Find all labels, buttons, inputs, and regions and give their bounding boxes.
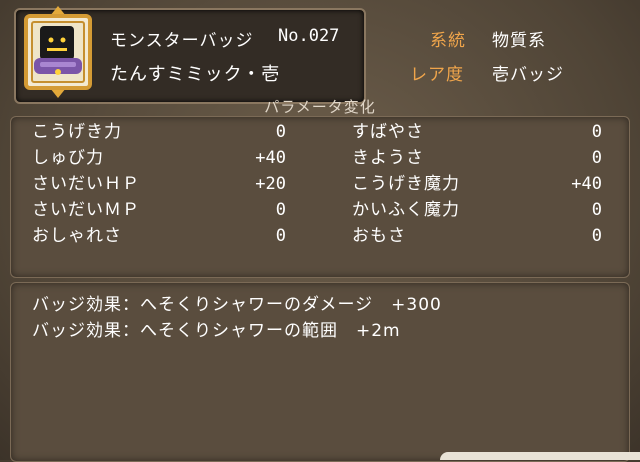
params-header: パラメータ変化 bbox=[264, 98, 376, 116]
stat-value: 0 bbox=[275, 200, 286, 220]
stat-value: 0 bbox=[591, 226, 602, 246]
stat-value: +40 bbox=[255, 148, 286, 168]
stat-label: しゅび力 bbox=[32, 148, 104, 168]
stat-label: かいふく魔力 bbox=[352, 200, 460, 220]
badge-effect-line: バッジ効果：へそくりシャワーのダメージ +300 bbox=[32, 295, 442, 315]
stat-value: 0 bbox=[275, 122, 286, 142]
stat-value: 0 bbox=[591, 200, 602, 220]
stat-label: こうげき力 bbox=[32, 122, 122, 142]
corner-button[interactable] bbox=[440, 452, 640, 460]
stat-value: +40 bbox=[571, 174, 602, 194]
rarity-label: レア度 bbox=[410, 65, 464, 85]
badge-category-label: モンスターバッジ bbox=[110, 31, 254, 51]
badge-name: たんすミミック・壱 bbox=[110, 64, 281, 85]
stat-label: さいだいＭＰ bbox=[32, 200, 140, 220]
stat-label: おもさ bbox=[352, 226, 406, 246]
badge-number: No.027 bbox=[278, 26, 340, 46]
stat-label: おしゃれさ bbox=[32, 226, 122, 246]
mimic-monster-icon bbox=[30, 24, 86, 80]
type-value: 物質系 bbox=[492, 31, 546, 51]
stat-value: 0 bbox=[591, 122, 602, 142]
stat-label: きようさ bbox=[352, 148, 424, 168]
badge-effect-line: バッジ効果：へそくりシャワーの範囲 +2m bbox=[32, 321, 401, 341]
stat-label: さいだいＨＰ bbox=[32, 174, 140, 194]
stat-value: +20 bbox=[255, 174, 286, 194]
stat-value: 0 bbox=[591, 148, 602, 168]
stat-label: すばやさ bbox=[352, 122, 424, 142]
stat-label: こうげき魔力 bbox=[352, 174, 460, 194]
stat-value: 0 bbox=[275, 226, 286, 246]
rarity-value: 壱バッジ bbox=[492, 65, 564, 85]
type-label: 系統 bbox=[430, 31, 466, 51]
